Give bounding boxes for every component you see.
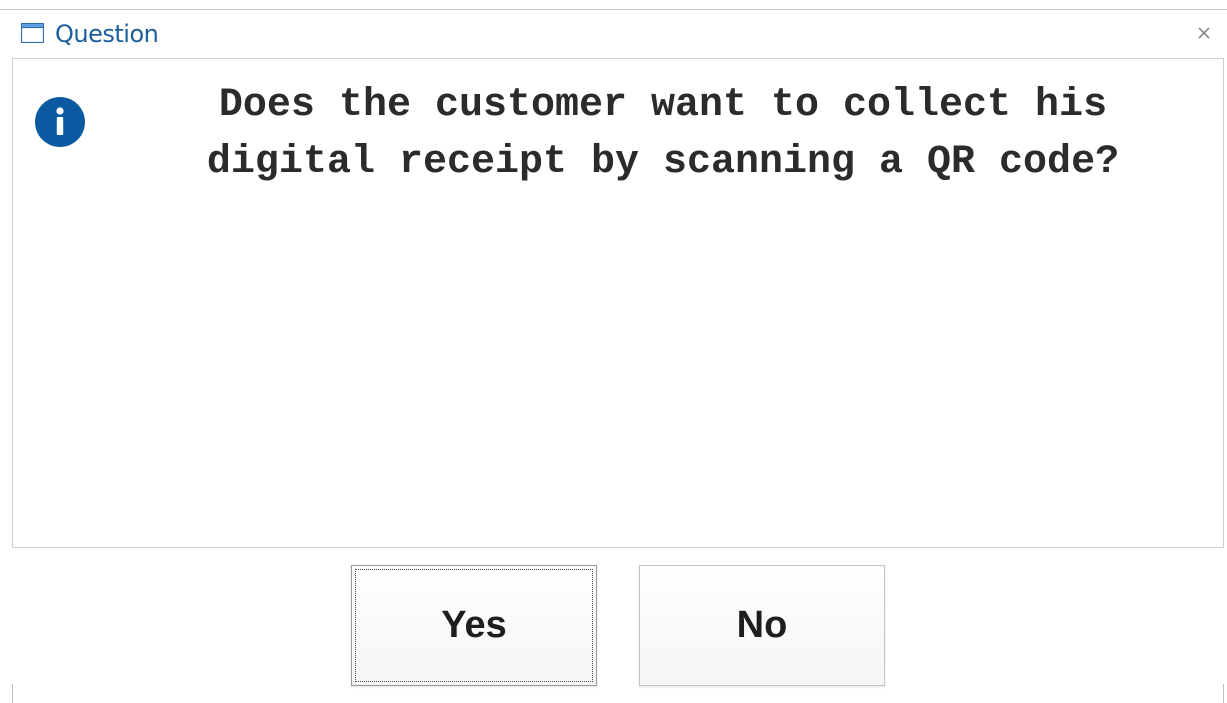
window-title: Question (55, 20, 159, 48)
title-bar[interactable]: Question (0, 10, 1227, 58)
no-button[interactable]: No (639, 565, 885, 686)
close-button[interactable] (1191, 20, 1217, 46)
close-icon (1198, 27, 1210, 39)
yes-button[interactable]: Yes (351, 565, 597, 686)
window-right-edge (1223, 684, 1224, 703)
yes-button-label: Yes (441, 604, 507, 646)
button-bar: Yes No (0, 548, 1227, 703)
question-dialog: Question Does the customer want to colle… (0, 0, 1227, 703)
message-panel: Does the customer want to collect his di… (12, 58, 1224, 548)
window-left-edge (12, 684, 13, 703)
question-message: Does the customer want to collect his di… (206, 83, 1120, 185)
no-button-label: No (736, 604, 788, 646)
window-icon (21, 23, 44, 43)
info-icon (34, 96, 86, 148)
